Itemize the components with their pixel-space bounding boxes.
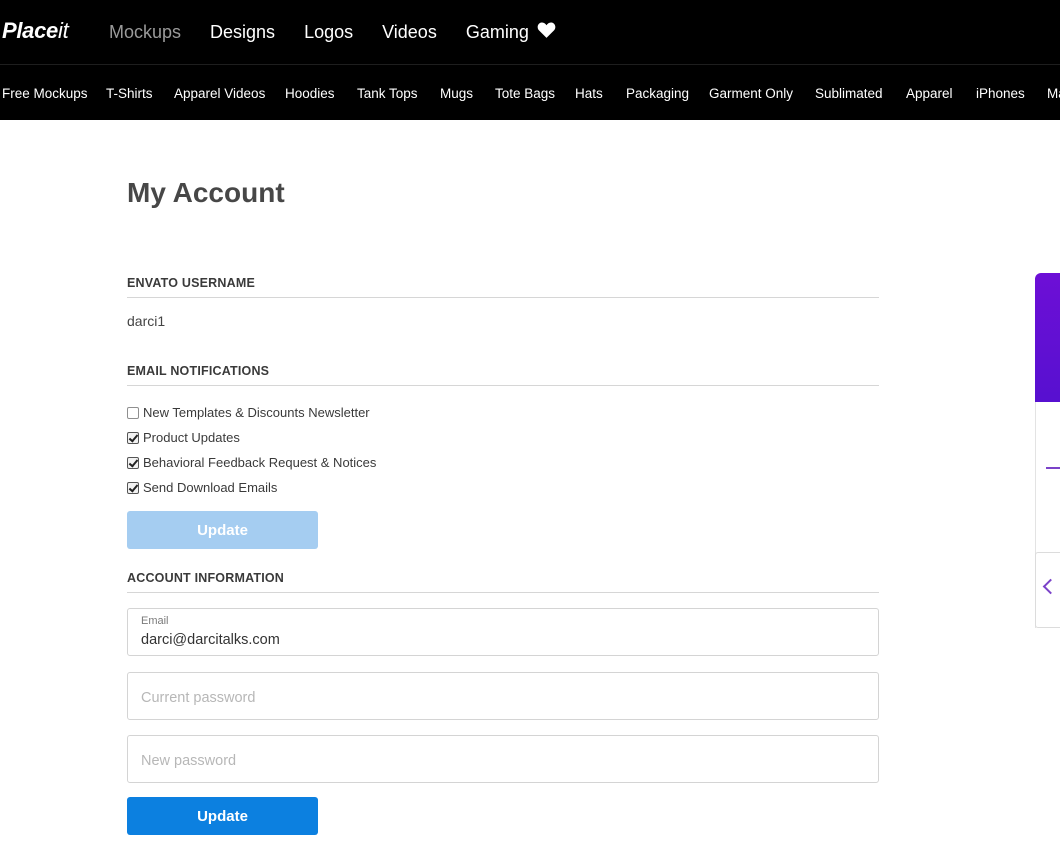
nav-videos[interactable]: Videos bbox=[382, 20, 437, 44]
subnav-packaging[interactable]: Packaging bbox=[626, 85, 689, 103]
email-field-value: darci@darcitalks.com bbox=[141, 632, 280, 648]
new-password-placeholder: New password bbox=[141, 753, 237, 769]
download-emails-label: Send Download Emails bbox=[143, 480, 278, 495]
subnav-tote-bags[interactable]: Tote Bags bbox=[495, 85, 555, 103]
subnav-t-shirts[interactable]: T-Shirts bbox=[106, 85, 153, 103]
subnav-more[interactable]: Ma bbox=[1047, 85, 1060, 103]
main-nav: Mockups Designs Logos Videos Gaming bbox=[109, 20, 558, 44]
current-password-placeholder: Current password bbox=[141, 690, 256, 706]
subnav-tank-tops[interactable]: Tank Tops bbox=[357, 85, 418, 103]
top-navigation-bar: Placeit Mockups Designs Logos Videos Gam… bbox=[0, 0, 1060, 64]
email-notifications-heading: EMAIL NOTIFICATIONS bbox=[127, 364, 879, 386]
download-emails-checkbox[interactable] bbox=[127, 481, 139, 494]
new-password-input[interactable]: New password bbox=[127, 735, 879, 783]
side-panel-toggle[interactable] bbox=[1035, 552, 1060, 628]
subnav-hats[interactable]: Hats bbox=[575, 85, 603, 103]
account-information-heading: ACCOUNT INFORMATION bbox=[127, 571, 879, 593]
feedback-label: Behavioral Feedback Request & Notices bbox=[143, 455, 377, 470]
account-update-button[interactable]: Update bbox=[127, 797, 318, 835]
nav-gaming[interactable]: Gaming bbox=[466, 20, 529, 44]
newsletter-checkbox[interactable] bbox=[127, 406, 139, 419]
side-panel-widget bbox=[1035, 273, 1060, 628]
subnav-garment-only[interactable]: Garment Only bbox=[709, 85, 793, 103]
envato-username-value: darci1 bbox=[127, 313, 166, 329]
feedback-checkbox[interactable] bbox=[127, 456, 139, 469]
checkbox-row-feedback[interactable]: Behavioral Feedback Request & Notices bbox=[127, 455, 376, 470]
checkbox-row-download-emails[interactable]: Send Download Emails bbox=[127, 480, 277, 495]
subnav-apparel[interactable]: Apparel bbox=[906, 85, 953, 103]
checkbox-row-product-updates[interactable]: Product Updates bbox=[127, 430, 240, 445]
chevron-left-icon bbox=[1042, 578, 1059, 595]
envato-username-heading: ENVATO USERNAME bbox=[127, 276, 879, 298]
category-nav-bar: Free Mockups T-Shirts Apparel Videos Hoo… bbox=[0, 64, 1060, 120]
notifications-update-button[interactable]: Update bbox=[127, 511, 318, 549]
newsletter-label: New Templates & Discounts Newsletter bbox=[143, 405, 370, 420]
product-updates-checkbox[interactable] bbox=[127, 431, 139, 444]
subnav-apparel-videos[interactable]: Apparel Videos bbox=[174, 85, 265, 103]
nav-mockups[interactable]: Mockups bbox=[109, 20, 181, 44]
heart-icon[interactable] bbox=[537, 21, 556, 39]
current-password-input[interactable]: Current password bbox=[127, 672, 879, 720]
nav-logos[interactable]: Logos bbox=[304, 20, 353, 44]
side-panel-divider bbox=[1046, 467, 1060, 469]
nav-designs[interactable]: Designs bbox=[210, 20, 275, 44]
subnav-hoodies[interactable]: Hoodies bbox=[285, 85, 335, 103]
side-panel-banner[interactable] bbox=[1035, 273, 1060, 402]
subnav-mugs[interactable]: Mugs bbox=[440, 85, 473, 103]
subnav-free-mockups[interactable]: Free Mockups bbox=[2, 85, 88, 103]
email-field[interactable]: Email darci@darcitalks.com bbox=[127, 608, 879, 656]
subnav-sublimated[interactable]: Sublimated bbox=[815, 85, 883, 103]
page-title: My Account bbox=[127, 177, 285, 208]
email-field-label: Email bbox=[141, 615, 169, 627]
checkbox-row-newsletter[interactable]: New Templates & Discounts Newsletter bbox=[127, 405, 370, 420]
product-updates-label: Product Updates bbox=[143, 430, 240, 445]
subnav-iphones[interactable]: iPhones bbox=[976, 85, 1025, 103]
placeit-logo[interactable]: Placeit bbox=[2, 18, 69, 44]
